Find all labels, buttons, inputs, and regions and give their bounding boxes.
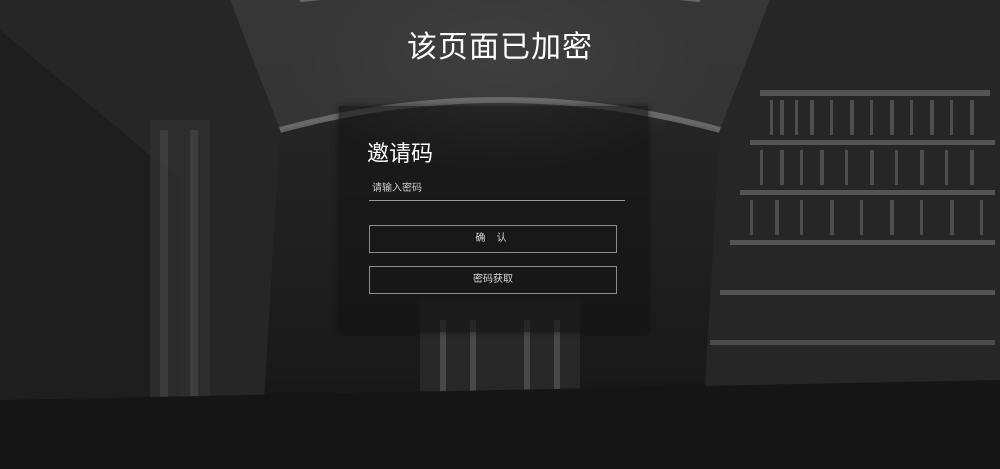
password-input[interactable] (369, 176, 625, 201)
confirm-button[interactable]: 确 认 (369, 225, 617, 253)
password-card: 邀请码 确 认 密码获取 (339, 106, 648, 332)
invite-code-heading: 邀请码 (367, 142, 434, 167)
page-title: 该页面已加密 (407, 30, 593, 65)
get-password-button[interactable]: 密码获取 (369, 266, 617, 294)
